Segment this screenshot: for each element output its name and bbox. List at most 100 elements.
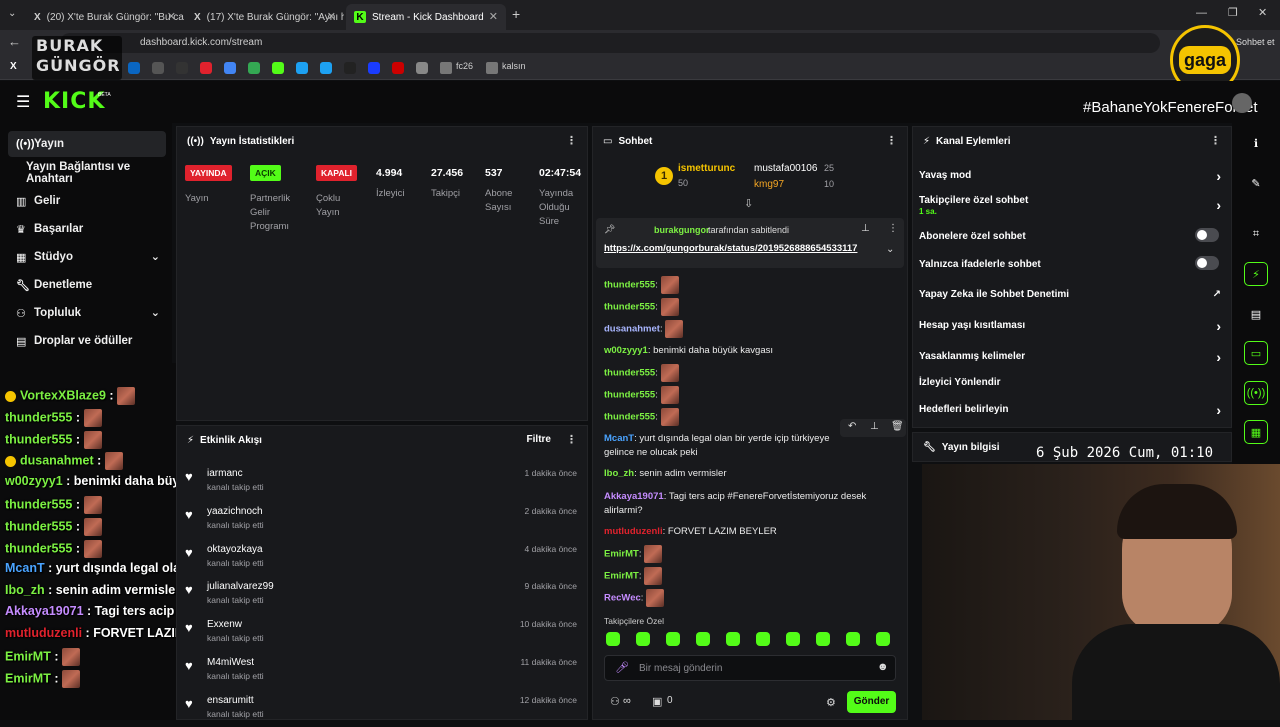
docs-icon[interactable] [224,62,236,74]
chat-username[interactable]: thunder555 [604,280,655,291]
folder-icon[interactable] [486,62,498,74]
bookmark-icon[interactable] [200,62,212,74]
browser-tab-3[interactable]: K Stream - Kick Dashboard ✕ [346,4,506,30]
browser-tab-1[interactable]: X (20) X'te Burak Güngör: "Bu camia ✕ [26,4,184,30]
bookmark-icon[interactable] [152,62,164,74]
chat-username[interactable]: dusanahmet [604,324,660,335]
pinned-by-user[interactable]: burakgungor [654,225,710,235]
x-logo-icon[interactable]: X [10,61,17,72]
sidebar-item-studyo[interactable]: ▦ Stüdyo ⌄ [8,244,166,270]
browser-tab-2[interactable]: X (17) X'te Burak Güngör: "Aynı hata ✕ [186,4,344,30]
sidebar-item-topluluk[interactable]: ⚇ Topluluk ⌄ [8,300,166,326]
emote-icon[interactable] [606,632,620,646]
hamburger-menu-icon[interactable]: ☰ [16,92,30,112]
trash-icon[interactable]: 🗑︎ [891,421,904,432]
folder-icon[interactable] [440,62,452,74]
crop-icon[interactable]: ⌗ [1244,222,1268,246]
activity-user[interactable]: yaazichnoch [207,506,263,517]
chat-message[interactable]: Akkaya19071: Tagi ters acip #FenereForve… [604,490,874,518]
sidebar-item-gelir[interactable]: ▥ Gelir [8,188,166,214]
pinned-message[interactable]: 📌︎ burakgungor tarafından sabitlendi ⊥ ⋮… [596,218,904,268]
pinned-link[interactable]: https://x.com/gungorburak/status/2019526… [604,243,857,254]
lightning-icon[interactable]: ⚡︎ [1244,262,1268,286]
emote-icon[interactable] [756,632,770,646]
more-options-icon[interactable]: ⋮ [1210,134,1221,147]
layout-icon[interactable]: ▦ [1244,420,1268,444]
activity-user[interactable]: ensarumitt [207,695,254,706]
drive-icon[interactable] [248,62,260,74]
activity-user[interactable]: julianalvarez99 [207,581,274,592]
chat-icon[interactable]: ▭ [1244,341,1268,365]
channel-action-item[interactable]: Hedefleri belirleyin › [919,402,1227,418]
avatar[interactable] [1232,93,1252,113]
activity-user[interactable]: M4miWest [207,657,254,668]
emote-icon[interactable] [726,632,740,646]
bookmark-icon[interactable] [416,62,428,74]
expand-down-icon[interactable]: ⇩ [744,197,753,210]
activity-item[interactable]: ♥ julianalvarez99 kanalı takip etti 9 dakik… [185,575,585,613]
chat-message[interactable]: RecWec: [604,589,665,607]
chat-message[interactable]: w00zyyy1: benimki daha büyük kavgası [604,345,773,356]
gear-icon[interactable]: ⚙ [826,696,836,709]
bookmark-kalsin[interactable]: kalsın [502,61,526,71]
channel-action-item[interactable]: Yalnızca ifadelerle sohbet [919,256,1227,270]
activity-item[interactable]: ♥ yaazichnoch kanalı takip etti 2 dakika ön… [185,500,585,538]
channel-action-item[interactable]: Takipçilere özel sohbet 1 sa. › [919,195,1227,216]
leader-name[interactable]: kmg97 [754,179,784,190]
chat-username[interactable]: thunder555 [604,368,655,379]
emote-icon[interactable] [696,632,710,646]
url-field[interactable]: dashboard.kick.com/stream [60,33,1160,53]
send-button[interactable]: Gönder [847,691,896,713]
more-options-icon[interactable]: ⋮ [888,223,898,234]
back-icon[interactable]: ← [8,34,21,49]
chat-username[interactable]: mutluduzenli [604,526,663,537]
emote-icon[interactable] [636,632,650,646]
bookmark-icon[interactable] [320,62,332,74]
bookmark-icon[interactable] [344,62,356,74]
chat-message[interactable]: dusanahmet: [604,320,684,338]
reply-icon[interactable]: ↶ [848,421,856,432]
more-options-icon[interactable]: ⋮ [566,433,577,446]
new-tab-icon[interactable]: + [512,6,520,22]
channel-action-item[interactable]: İzleyici Yönlendir [919,377,1227,388]
chat-username[interactable]: EmirMT [604,549,639,560]
activity-item[interactable]: ♥ ensarumitt kanalı takip etti 12 dakika ön… [185,689,585,727]
toggle-switch[interactable] [1195,228,1219,242]
activity-item[interactable]: ♥ M4miWest kanalı takip etti 11 dakika önce [185,651,585,689]
chat-message[interactable]: thunder555: [604,276,679,294]
kick-logo[interactable]: KICK [43,89,105,114]
channel-action-item[interactable]: Yasaklanmış kelimeler › [919,349,1227,365]
leader-name[interactable]: ismetturunc [678,163,735,174]
activity-user[interactable]: iarmanc [207,468,243,479]
close-tab-icon[interactable]: ✕ [327,10,336,23]
chat-message[interactable]: mutluduzenli: FORVET LAZIM BEYLER [604,526,777,537]
channel-action-item[interactable]: Abonelere özel sohbet [919,228,1227,242]
sidebar-item-stream-key[interactable]: Yayın Bağlantısı ve Anahtarı [8,160,166,186]
pin-icon[interactable]: ⊥ [870,421,879,432]
chat-username[interactable]: Ibo_zh [604,468,634,479]
tab-list-chevron-icon[interactable]: ⌄ [8,8,16,19]
chat-message[interactable]: thunder555: [604,386,679,404]
bookmark-icon[interactable] [392,62,404,74]
emote-icon[interactable] [816,632,830,646]
channel-action-item[interactable]: Yapay Zeka ile Sohbet Denetimi ↗ [919,289,1227,300]
chat-username[interactable]: thunder555 [604,390,655,401]
chat-users-icon[interactable]: ⚇ [610,695,620,708]
sidebar-item-droplar[interactable]: ▤ Droplar ve ödüller [8,328,166,354]
emote-icon[interactable] [666,632,680,646]
chat-message[interactable]: Ibo_zh: senin adim vermisler [604,468,727,479]
channel-action-item[interactable]: Yavaş mod › [919,168,1227,184]
toggle-switch[interactable] [1195,256,1219,270]
emote-icon[interactable] [876,632,890,646]
edit-icon[interactable]: ✎ [1244,171,1268,195]
close-tab-icon[interactable]: ✕ [489,10,498,23]
chat-username[interactable]: thunder555 [604,302,655,313]
sidebar-item-yayin[interactable]: ((•)) Yayın [8,131,166,157]
chat-input-box[interactable]: 🎤︎ Bir mesaj gönderin ☻ [604,655,896,681]
chat-username[interactable]: EmirMT [604,571,639,582]
more-options-icon[interactable]: ⋮ [886,134,897,147]
activity-user[interactable]: Exxenw [207,619,242,630]
chevron-down-icon[interactable]: ⌄ [886,244,894,255]
emoji-icon[interactable]: ☻ [877,661,889,673]
chat-message[interactable]: thunder555: [604,364,679,382]
